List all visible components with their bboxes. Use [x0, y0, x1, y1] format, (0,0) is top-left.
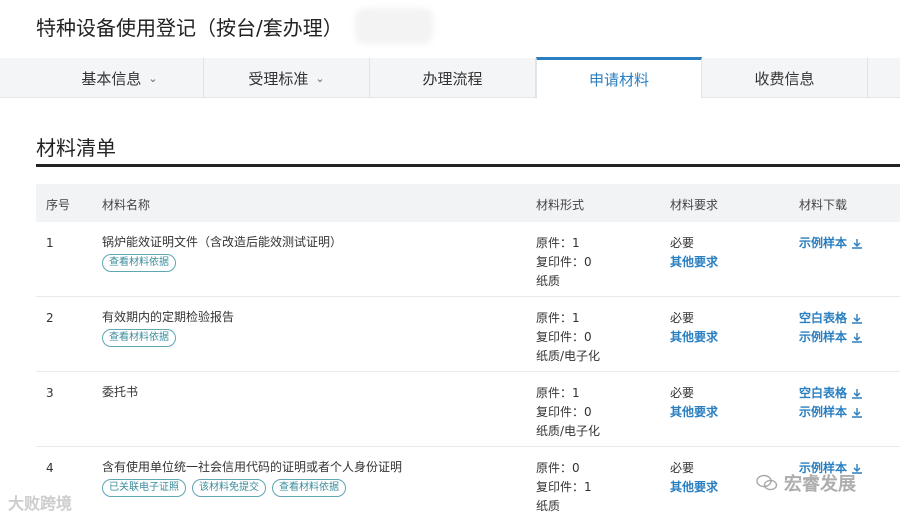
- download-cell: 空白表格 示例样本: [799, 384, 863, 422]
- chevron-down-icon: ⌄: [148, 71, 158, 85]
- blurred-region: [355, 8, 433, 44]
- requirement-cell: 必要 其他要求: [670, 309, 718, 347]
- view-basis-button[interactable]: 查看材料依据: [272, 479, 346, 497]
- download-icon: [852, 238, 863, 249]
- view-basis-button[interactable]: 查看材料依据: [102, 254, 176, 272]
- tab-label: 办理流程: [422, 69, 483, 88]
- row-number: 4: [46, 461, 54, 475]
- watermark-left: 大败跨境: [8, 494, 73, 513]
- download-label: 示例样本: [799, 236, 848, 250]
- page-title: 特种设备使用登记（按台/套办理）: [36, 16, 343, 40]
- material-name: 有效期内的定期检验报告: [102, 310, 235, 324]
- table-row: 2 有效期内的定期检验报告 查看材料依据 原件：1 复印件：0 纸质/电子化 必…: [36, 297, 900, 372]
- material-form-cell: 原件：1 复印件：0 纸质: [536, 234, 592, 291]
- other-requirements-link[interactable]: 其他要求: [670, 478, 718, 497]
- requirement-text: 必要: [670, 311, 695, 325]
- material-name-cell: 含有使用单位统一社会信用代码的证明或者个人身份证明 已关联电子证照 该材料免提交…: [102, 459, 522, 497]
- requirement-cell: 必要 其他要求: [670, 384, 718, 422]
- row-number: 2: [46, 311, 54, 325]
- original-count: 原件：1: [536, 236, 580, 250]
- requirement-text: 必要: [670, 236, 695, 250]
- download-icon: [852, 407, 863, 418]
- tab-label: 收费信息: [754, 69, 815, 88]
- exempt-submission-badge[interactable]: 该材料免提交: [192, 479, 266, 497]
- original-count: 原件：1: [536, 311, 580, 325]
- table-row: 1 锅炉能效证明文件（含改造后能效测试证明） 查看材料依据 原件：1 复印件：0…: [36, 222, 900, 297]
- section-title: 材料清单: [36, 136, 116, 160]
- blank-form-download-link[interactable]: 空白表格: [799, 309, 863, 328]
- tab-application-materials[interactable]: 申请材料: [536, 57, 702, 98]
- material-name: 锅炉能效证明文件（含改造后能效测试证明）: [102, 235, 343, 249]
- header-form: 材料形式: [536, 198, 585, 212]
- table-header: 序号 材料名称 材料形式 材料要求 材料下载: [36, 184, 900, 222]
- material-name: 委托书: [102, 385, 139, 399]
- material-name-cell: 锅炉能效证明文件（含改造后能效测试证明） 查看材料依据: [102, 234, 522, 272]
- material-form-cell: 原件：1 复印件：0 纸质/电子化: [536, 309, 600, 366]
- download-label: 空白表格: [799, 311, 848, 325]
- tab-process[interactable]: 办理流程: [370, 58, 536, 98]
- sample-download-link[interactable]: 示例样本: [799, 328, 863, 347]
- other-requirements-link[interactable]: 其他要求: [670, 403, 718, 422]
- header-download: 材料下载: [799, 198, 848, 212]
- requirement-cell: 必要 其他要求: [670, 459, 718, 497]
- download-icon: [852, 313, 863, 324]
- copy-count: 复印件：0: [536, 255, 592, 269]
- requirement-text: 必要: [670, 461, 695, 475]
- tab-fee-info[interactable]: 收费信息: [702, 58, 868, 98]
- download-cell: 空白表格 示例样本: [799, 309, 863, 347]
- row-number: 1: [46, 236, 54, 250]
- material-form-cell: 原件：0 复印件：1 纸质: [536, 459, 592, 516]
- tab-label: 受理标准: [248, 69, 309, 88]
- original-count: 原件：1: [536, 386, 580, 400]
- download-cell: 示例样本: [799, 234, 863, 253]
- material-name: 含有使用单位统一社会信用代码的证明或者个人身份证明: [102, 460, 403, 474]
- requirement-cell: 必要 其他要求: [670, 234, 718, 272]
- linked-e-license-badge[interactable]: 已关联电子证照: [102, 479, 186, 497]
- other-requirements-link[interactable]: 其他要求: [670, 328, 718, 347]
- tab-label: 申请材料: [588, 70, 649, 89]
- download-icon: [852, 332, 863, 343]
- download-label: 示例样本: [799, 405, 848, 419]
- requirement-text: 必要: [670, 386, 695, 400]
- section-divider: [36, 164, 900, 167]
- medium: 纸质: [536, 274, 561, 288]
- chevron-down-icon: ⌄: [315, 71, 325, 85]
- original-count: 原件：0: [536, 461, 580, 475]
- download-label: 示例样本: [799, 330, 848, 344]
- tab-basic-info[interactable]: 基本信息 ⌄: [36, 58, 204, 98]
- material-form-cell: 原件：1 复印件：0 纸质/电子化: [536, 384, 600, 441]
- blank-form-download-link[interactable]: 空白表格: [799, 384, 863, 403]
- medium: 纸质: [536, 499, 561, 513]
- download-label: 空白表格: [799, 386, 848, 400]
- copy-count: 复印件：0: [536, 330, 592, 344]
- copy-count: 复印件：0: [536, 405, 592, 419]
- medium: 纸质/电子化: [536, 349, 601, 363]
- header-no: 序号: [46, 198, 71, 212]
- tab-label: 基本信息: [81, 69, 142, 88]
- copy-count: 复印件：1: [536, 480, 592, 494]
- tab-acceptance-standard[interactable]: 受理标准 ⌄: [204, 58, 370, 98]
- view-basis-button[interactable]: 查看材料依据: [102, 329, 176, 347]
- table-row: 3 委托书 原件：1 复印件：0 纸质/电子化 必要 其他要求 空白表格 示例样…: [36, 372, 900, 447]
- header-name: 材料名称: [102, 198, 151, 212]
- download-icon: [852, 388, 863, 399]
- sample-download-link[interactable]: 示例样本: [799, 403, 863, 422]
- wechat-icon: [756, 474, 778, 491]
- material-name-cell: 有效期内的定期检验报告 查看材料依据: [102, 309, 522, 347]
- row-number: 3: [46, 386, 54, 400]
- header-requirement: 材料要求: [670, 198, 719, 212]
- tab-bar: 基本信息 ⌄ 受理标准 ⌄ 办理流程 申请材料 收费信息: [0, 57, 900, 98]
- other-requirements-link[interactable]: 其他要求: [670, 253, 718, 272]
- watermark-right-text: 宏睿发展: [784, 474, 856, 495]
- material-name-cell: 委托书: [102, 384, 522, 400]
- medium: 纸质/电子化: [536, 424, 601, 438]
- sample-download-link[interactable]: 示例样本: [799, 234, 863, 253]
- watermark-right: 宏睿发展: [756, 470, 856, 496]
